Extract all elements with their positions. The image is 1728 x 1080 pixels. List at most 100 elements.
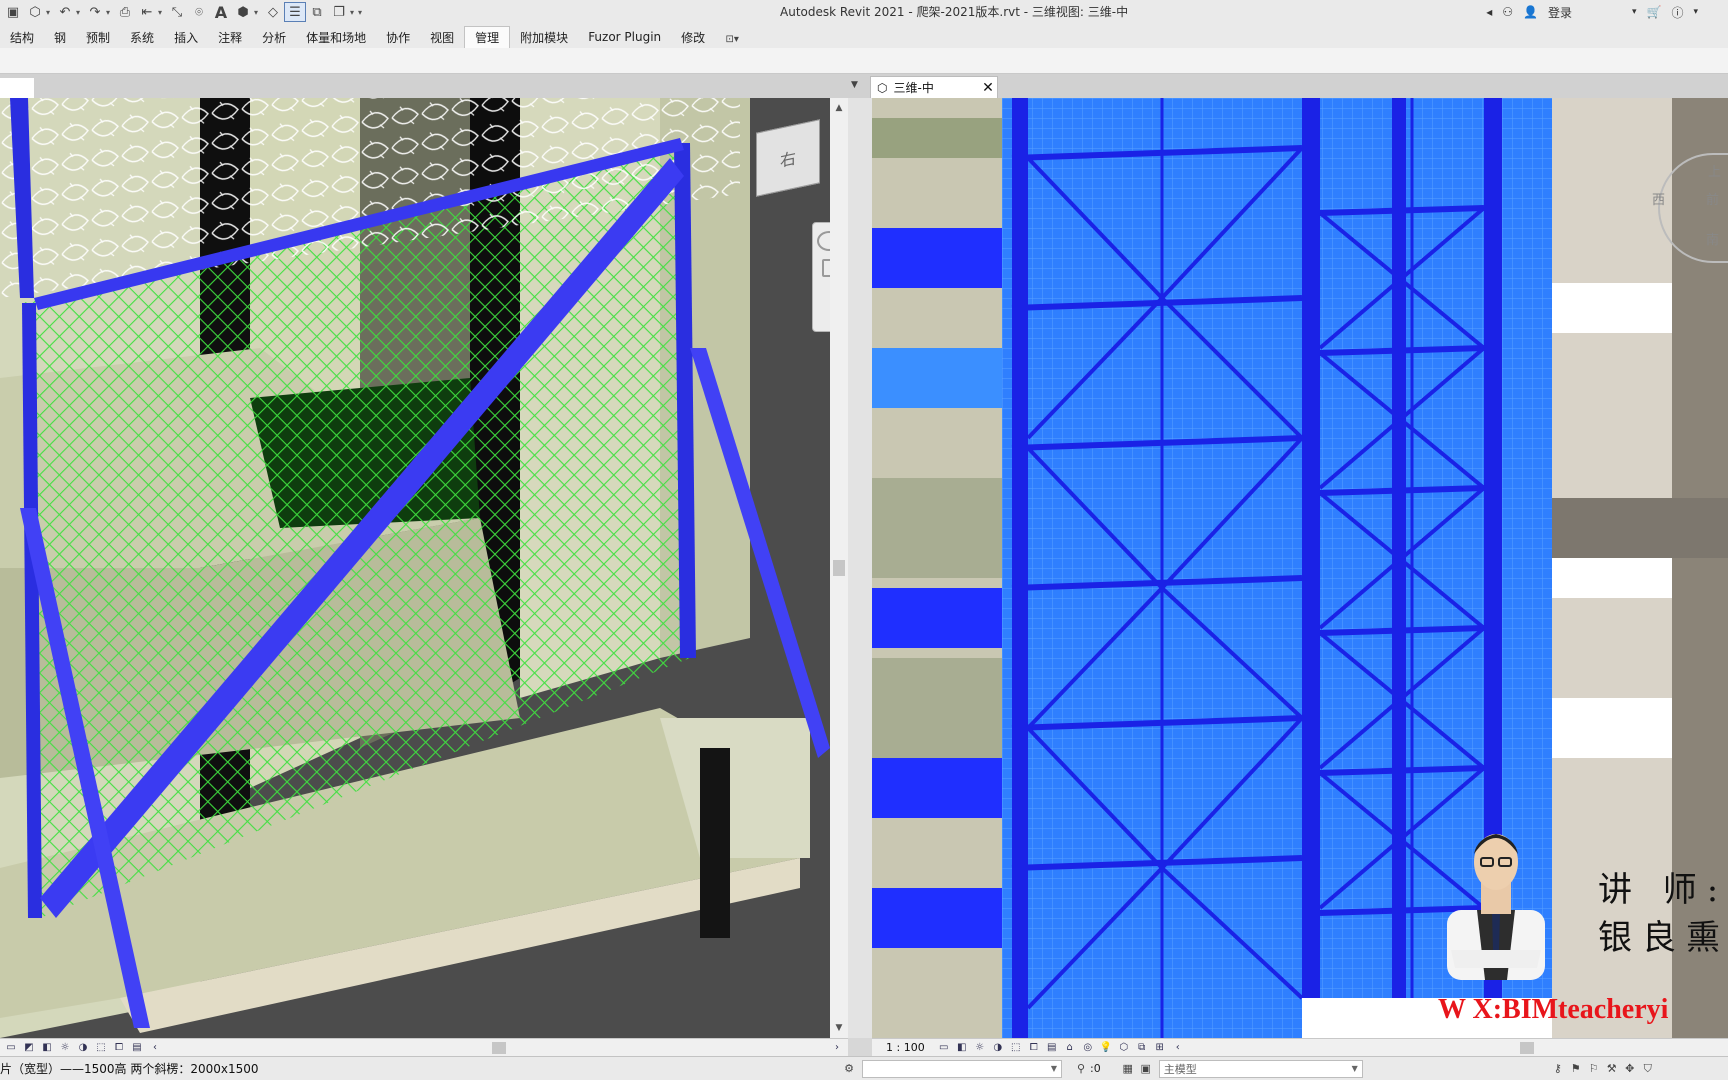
reveal-hidden-icon[interactable]: 💡	[1099, 1042, 1113, 1054]
open-dropdown-icon[interactable]: ▾	[46, 8, 54, 17]
select-links-icon[interactable]: ⚷	[1549, 1060, 1567, 1078]
viewcube-label-west[interactable]: 西	[1652, 189, 1665, 208]
viewcube[interactable]: 右	[756, 119, 820, 197]
tab-manage[interactable]: 管理	[464, 26, 511, 48]
tab-fuzor-plugin[interactable]: Fuzor Plugin	[578, 26, 671, 48]
sign-in-label[interactable]: 登录	[1548, 4, 1572, 21]
switch-windows-dropdown-icon[interactable]: ▾	[350, 8, 358, 17]
select-pinned-icon[interactable]: ⚐	[1585, 1060, 1603, 1078]
expand-left-icon[interactable]: ◂	[1486, 5, 1492, 19]
tab-annotate[interactable]: 注释	[208, 26, 252, 48]
filter-icon[interactable]: ⛉	[1639, 1060, 1657, 1078]
measure-icon[interactable]: ⇤	[136, 2, 158, 22]
viewcube-label-top[interactable]: 上	[1708, 161, 1721, 180]
scroll-left-icon[interactable]: ‹	[148, 1042, 162, 1054]
view-splitter[interactable]	[848, 98, 872, 1038]
editing-requests-icon[interactable]: ▦	[1119, 1060, 1137, 1078]
viewcube-label-front[interactable]: 前	[1706, 189, 1719, 208]
scroll-thumb[interactable]	[833, 560, 845, 576]
shadows-icon[interactable]: ◑	[991, 1042, 1005, 1054]
render-icon[interactable]: ⬚	[94, 1042, 108, 1054]
scroll-up-icon[interactable]: ▲	[830, 100, 848, 116]
user-dropdown-icon[interactable]: ▾	[1632, 7, 1637, 17]
section-icon[interactable]: ◇	[262, 2, 284, 22]
sun-path-icon[interactable]: ☼	[58, 1042, 72, 1054]
revit-logo-icon[interactable]: ▣	[2, 2, 24, 22]
help-icon[interactable]: ⓘ	[1671, 4, 1683, 21]
aligned-dimension-icon[interactable]: ⤡	[166, 2, 188, 22]
workset-dropdown[interactable]: ▼	[862, 1059, 1062, 1078]
tab-structure[interactable]: 结构	[0, 26, 44, 48]
tab-precast[interactable]: 预制	[76, 26, 120, 48]
tab-collaborate[interactable]: 协作	[376, 26, 420, 48]
redo-icon[interactable]: ↷	[84, 2, 106, 22]
ribbon-tab-bar: 结构 钢 预制 系统 插入 注释 分析 体量和场地 协作 视图 管理 附加模块 …	[0, 24, 1728, 48]
view-tab-3d-mid[interactable]: ⬡ 三维-中 ✕	[870, 76, 998, 98]
detail-level-icon[interactable]: ◩	[22, 1042, 36, 1054]
tab-massing-site[interactable]: 体量和场地	[296, 26, 376, 48]
text-icon[interactable]: A	[210, 2, 232, 22]
redo-dropdown-icon[interactable]: ▾	[106, 8, 114, 17]
binoculars-icon[interactable]: ⚇	[1502, 5, 1513, 19]
switch-windows-icon[interactable]: ❐	[328, 2, 350, 22]
tab-steel[interactable]: 钢	[44, 26, 76, 48]
select-by-face-icon[interactable]: ⚒	[1603, 1060, 1621, 1078]
right-horizontal-scroll-thumb[interactable]	[1520, 1042, 1534, 1054]
crop-view-icon[interactable]: ⧠	[1027, 1042, 1041, 1054]
design-options-icon[interactable]: ▣	[1137, 1060, 1155, 1078]
drag-on-selection-icon[interactable]: ✥	[1621, 1060, 1639, 1078]
user-icon[interactable]: 👤	[1523, 5, 1538, 19]
selection-filter-icon[interactable]: ⚲	[1072, 1060, 1090, 1078]
tab-view[interactable]: 视图	[420, 26, 464, 48]
analytical-model-icon[interactable]: ⬡	[1117, 1042, 1131, 1054]
sun-path-icon[interactable]: ☼	[973, 1042, 987, 1054]
temporary-hide-icon[interactable]: ◎	[1081, 1042, 1095, 1054]
show-crop-icon[interactable]: ▤	[1045, 1042, 1059, 1054]
close-hidden-icon[interactable]: ⧉	[306, 2, 328, 22]
left-view-tab[interactable]	[0, 78, 34, 98]
worksets-icon[interactable]: ⚙	[840, 1060, 858, 1078]
shadows-icon[interactable]: ◑	[76, 1042, 90, 1054]
print-icon[interactable]: ⎙	[114, 2, 136, 22]
tab-modify[interactable]: 修改	[671, 26, 715, 48]
left-horizontal-scroll-thumb[interactable]	[492, 1042, 506, 1054]
scroll-right-icon[interactable]: ›	[830, 1042, 844, 1054]
tab-insert[interactable]: 插入	[164, 26, 208, 48]
scale-icon[interactable]: ▭	[4, 1042, 18, 1054]
tag-icon[interactable]: ⌾	[188, 2, 210, 22]
help-dropdown-icon[interactable]: ▾	[1693, 7, 1698, 17]
open-icon[interactable]: ⬡	[24, 2, 46, 22]
thin-lines-icon[interactable]: ☰	[284, 2, 306, 22]
scroll-left-icon[interactable]: ‹	[1171, 1042, 1185, 1054]
scroll-down-icon[interactable]: ▼	[830, 1020, 848, 1036]
measure-dropdown-icon[interactable]: ▾	[158, 8, 166, 17]
select-underlay-icon[interactable]: ⚑	[1567, 1060, 1585, 1078]
tab-analyze[interactable]: 分析	[252, 26, 296, 48]
crop-view-icon[interactable]: ⧠	[112, 1042, 126, 1054]
unlocked-3d-icon[interactable]: ⌂	[1063, 1042, 1077, 1054]
close-icon[interactable]: ✕	[979, 80, 997, 96]
3d-view-icon[interactable]: ⬢	[232, 2, 254, 22]
constraints-icon[interactable]: ⊞	[1153, 1042, 1167, 1054]
tab-systems[interactable]: 系统	[120, 26, 164, 48]
render-icon[interactable]: ⬚	[1009, 1042, 1023, 1054]
undo-icon[interactable]: ↶	[54, 2, 76, 22]
left-3d-viewport[interactable]: 右 ▲ ▼	[0, 98, 848, 1038]
visual-style-icon[interactable]: ◧	[955, 1042, 969, 1054]
design-option-dropdown[interactable]: 主模型 ▼	[1158, 1059, 1363, 1078]
highlight-displacement-icon[interactable]: ⧉	[1135, 1042, 1149, 1054]
tab-add-ins[interactable]: 附加模块	[510, 26, 578, 48]
ribbon-display-toggle-icon[interactable]: ⊡▾	[715, 30, 749, 48]
viewcube-face-right[interactable]: 右	[780, 144, 796, 171]
view-list-dropdown-icon[interactable]: ▼	[851, 80, 858, 90]
visual-style-icon[interactable]: ◧	[40, 1042, 54, 1054]
view-scale[interactable]: 1 : 100	[886, 1041, 925, 1054]
viewcube-label-south[interactable]: 南	[1706, 229, 1719, 248]
left-vertical-scrollbar[interactable]: ▲ ▼	[830, 98, 848, 1038]
detail-level-icon[interactable]: ▭	[937, 1042, 951, 1054]
undo-dropdown-icon[interactable]: ▾	[76, 8, 84, 17]
show-crop-icon[interactable]: ▤	[130, 1042, 144, 1054]
cart-icon[interactable]: 🛒	[1647, 5, 1662, 19]
3d-view-dropdown-icon[interactable]: ▾	[254, 8, 262, 17]
customize-qat-icon[interactable]: ▾	[358, 8, 372, 17]
